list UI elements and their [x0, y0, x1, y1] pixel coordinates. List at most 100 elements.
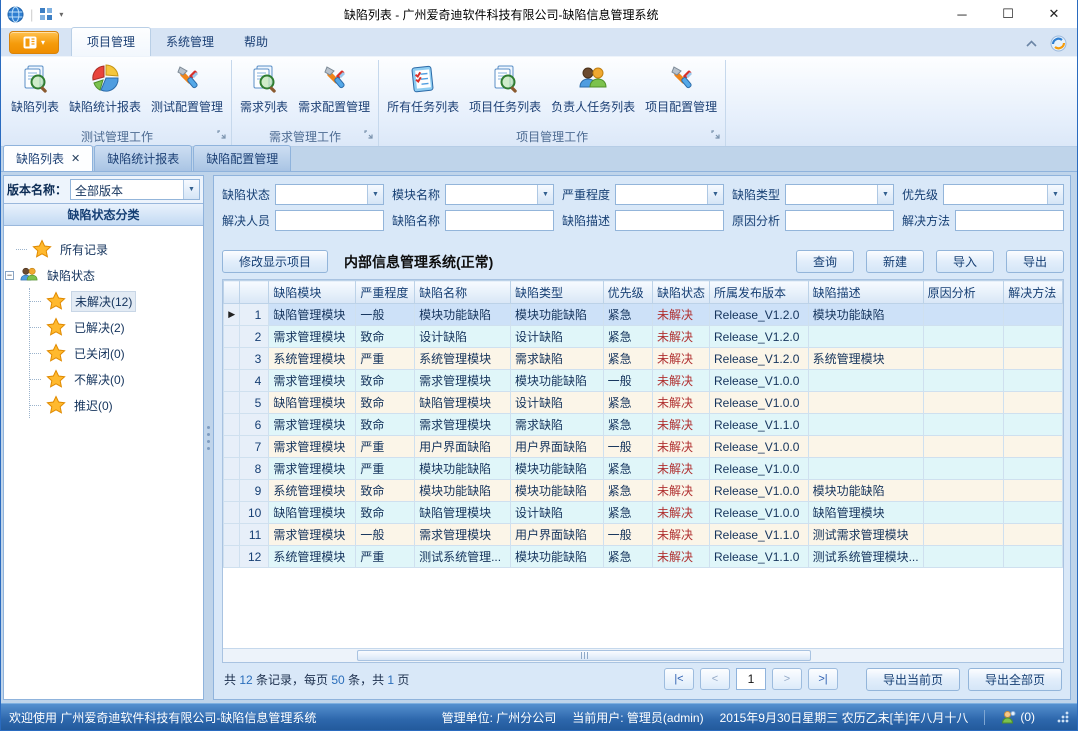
tree-item-unresolved[interactable]: 未解决(12) — [30, 288, 201, 314]
dialog-launcher-icon[interactable] — [364, 128, 373, 142]
help-icon[interactable] — [1050, 35, 1067, 52]
last-page-button[interactable]: >| — [808, 668, 838, 690]
grid-cell[interactable]: Release_V1.1.0 — [710, 414, 809, 436]
message-indicator[interactable]: (0) — [1001, 710, 1035, 725]
table-row[interactable]: 5缺陷管理模块致命缺陷管理模块设计缺陷紧急未解决Release_V1.0.0 — [224, 392, 1063, 414]
table-row[interactable]: 3系统管理模块严重系统管理模块需求缺陷紧急未解决Release_V1.2.0系统… — [224, 348, 1063, 370]
grid-cell[interactable]: 设计缺陷 — [511, 502, 604, 524]
grid-cell[interactable]: Release_V1.2.0 — [710, 348, 809, 370]
grid-cell[interactable]: 模块功能缺陷 — [808, 304, 923, 326]
owner-tasks-list-button[interactable]: 负责人任务列表 — [546, 60, 640, 117]
requirement-list-button[interactable]: 需求列表 — [235, 60, 293, 117]
grid-cell[interactable]: 一般 — [356, 304, 415, 326]
scrollbar-thumb[interactable] — [357, 650, 811, 661]
page-number-input[interactable]: 1 — [736, 668, 766, 690]
grid-cell[interactable] — [808, 326, 923, 348]
grid-cell[interactable] — [808, 436, 923, 458]
grid-cell[interactable]: 缺陷管理模块 — [269, 502, 356, 524]
grid-cell[interactable]: 未解决 — [653, 348, 710, 370]
doc-tab-defect-stats-report[interactable]: 缺陷统计报表 — [94, 145, 192, 171]
grid-column-header[interactable]: 严重程度 — [356, 281, 415, 304]
resize-grip[interactable] — [1057, 711, 1069, 723]
grid-cell[interactable] — [923, 414, 1004, 436]
grid-cell[interactable]: 缺陷管理模块 — [269, 392, 356, 414]
grid-cell[interactable]: 未解决 — [653, 304, 710, 326]
priority-filter-input[interactable] — [944, 185, 1047, 204]
priority-filter[interactable]: ▼ — [943, 184, 1064, 205]
next-page-button[interactable]: > — [772, 668, 802, 690]
grid-cell[interactable] — [1004, 392, 1063, 414]
table-row[interactable]: 10缺陷管理模块致命缺陷管理模块设计缺陷紧急未解决Release_V1.0.0缺… — [224, 502, 1063, 524]
grid-cell[interactable]: 未解决 — [653, 436, 710, 458]
grid-cell[interactable]: 模块功能缺陷 — [415, 480, 511, 502]
grid-cell[interactable]: 严重 — [356, 458, 415, 480]
grid-cell[interactable]: Release_V1.0.0 — [710, 436, 809, 458]
defect-desc-filter[interactable] — [615, 210, 724, 231]
grid-cell[interactable]: Release_V1.1.0 — [710, 524, 809, 546]
severity-filter-input[interactable] — [616, 185, 707, 204]
chevron-down-icon[interactable]: ▼ — [707, 185, 723, 204]
minimize-button[interactable]: ─ — [939, 0, 985, 28]
grid-cell[interactable] — [1004, 480, 1063, 502]
defect-type-filter-input[interactable] — [786, 185, 877, 204]
grid-cell[interactable]: 需求管理模块 — [269, 436, 356, 458]
tab-help[interactable]: 帮助 — [229, 28, 283, 56]
defect-type-filter[interactable]: ▼ — [785, 184, 894, 205]
grid-cell[interactable]: 设计缺陷 — [511, 326, 604, 348]
grid-cell[interactable] — [1004, 524, 1063, 546]
grid-cell[interactable]: 未解决 — [653, 458, 710, 480]
prev-page-button[interactable]: < — [700, 668, 730, 690]
grid-cell[interactable]: 模块功能缺陷 — [415, 458, 511, 480]
grid-cell[interactable]: 设计缺陷 — [415, 326, 511, 348]
grid-cell[interactable] — [1004, 326, 1063, 348]
module-name-filter[interactable]: ▼ — [445, 184, 554, 205]
grid-cell[interactable]: 未解决 — [653, 414, 710, 436]
chevron-down-icon[interactable]: ▼ — [183, 180, 199, 199]
doc-tab-defect-list[interactable]: 缺陷列表✕ — [3, 145, 93, 171]
grid-cell[interactable]: Release_V1.0.0 — [710, 502, 809, 524]
grid-cell[interactable] — [923, 392, 1004, 414]
collapse-node-icon[interactable]: − — [5, 271, 14, 280]
grid-cell[interactable]: 需求缺陷 — [511, 414, 604, 436]
import-button[interactable]: 导入 — [936, 250, 994, 273]
grid-cell[interactable]: 模块功能缺陷 — [415, 304, 511, 326]
grid-cell[interactable]: Release_V1.2.0 — [710, 326, 809, 348]
grid-cell[interactable]: 模块功能缺陷 — [511, 304, 604, 326]
table-row[interactable]: 8需求管理模块严重模块功能缺陷模块功能缺陷紧急未解决Release_V1.0.0 — [224, 458, 1063, 480]
grid-cell[interactable]: 系统管理模块 — [269, 480, 356, 502]
grid-cell[interactable]: 紧急 — [603, 458, 652, 480]
defect-list-button[interactable]: 缺陷列表 — [6, 60, 64, 117]
doc-tab-defect-config-mgmt[interactable]: 缺陷配置管理 — [193, 145, 291, 171]
grid-cell[interactable]: 未解决 — [653, 546, 710, 568]
defect-name-filter-input[interactable] — [446, 211, 553, 230]
grid-cell[interactable]: 紧急 — [603, 392, 652, 414]
grid-cell[interactable] — [1004, 546, 1063, 568]
grid-cell[interactable]: 未解决 — [653, 326, 710, 348]
grid-cell[interactable]: 致命 — [356, 480, 415, 502]
test-config-mgmt-button[interactable]: 测试配置管理 — [146, 60, 228, 117]
grid-cell[interactable]: 设计缺陷 — [511, 392, 604, 414]
table-row[interactable]: 2需求管理模块致命设计缺陷设计缺陷紧急未解决Release_V1.2.0 — [224, 326, 1063, 348]
grid-cell[interactable]: 缺陷管理模块 — [808, 502, 923, 524]
grid-cell[interactable]: Release_V1.0.0 — [710, 480, 809, 502]
modify-display-items-button[interactable]: 修改显示项目 — [222, 250, 328, 273]
export-button[interactable]: 导出 — [1006, 250, 1064, 273]
grid-column-header[interactable]: 缺陷状态 — [653, 281, 710, 304]
grid-cell[interactable]: 模块功能缺陷 — [511, 370, 604, 392]
application-menu-button[interactable]: ▾ — [9, 31, 59, 54]
grid-cell[interactable]: 测试系统管理... — [415, 546, 511, 568]
cause-analysis-filter-input[interactable] — [786, 211, 893, 230]
grid-cell[interactable]: 紧急 — [603, 348, 652, 370]
tab-system-management[interactable]: 系统管理 — [151, 28, 229, 56]
version-combo[interactable]: 全部版本 ▼ — [70, 179, 200, 200]
grid-cell[interactable]: 紧急 — [603, 502, 652, 524]
grid-cell[interactable]: 模块功能缺陷 — [511, 546, 604, 568]
grid-cell[interactable]: 未解决 — [653, 502, 710, 524]
requirement-config-mgmt-button[interactable]: 需求配置管理 — [293, 60, 375, 117]
maximize-button[interactable]: ☐ — [985, 0, 1031, 28]
project-tasks-list-button[interactable]: 项目任务列表 — [464, 60, 546, 117]
tree-item-wont-fix[interactable]: 不解决(0) — [30, 366, 201, 392]
grid-cell[interactable]: 系统管理模块 — [808, 348, 923, 370]
table-row[interactable]: 11需求管理模块一般需求管理模块用户界面缺陷一般未解决Release_V1.1.… — [224, 524, 1063, 546]
grid-cell[interactable]: 需求管理模块 — [269, 326, 356, 348]
